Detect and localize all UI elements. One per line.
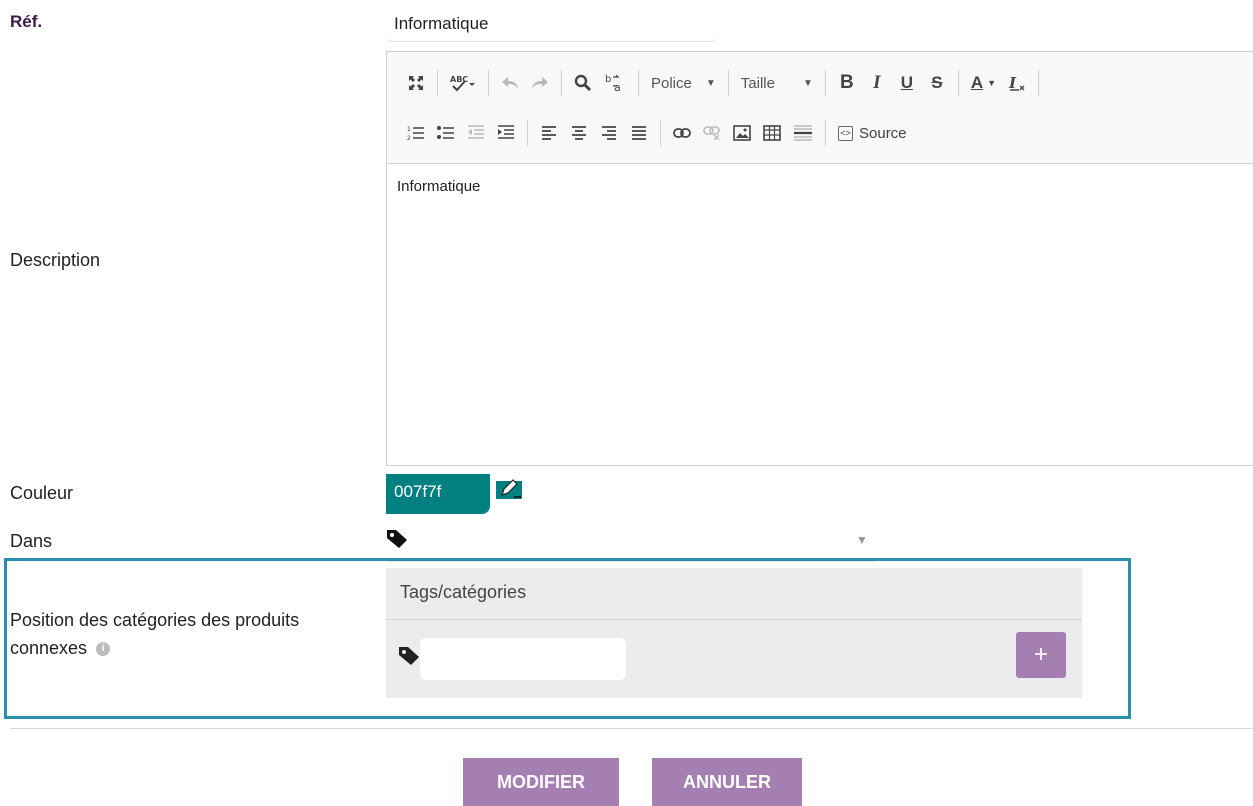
tags-input[interactable] — [420, 638, 626, 680]
outdent-icon[interactable] — [463, 119, 489, 147]
table-icon[interactable] — [759, 119, 785, 147]
align-center-icon[interactable] — [566, 119, 592, 147]
svg-text:2: 2 — [407, 135, 411, 141]
chevron-down-icon: ▼ — [987, 78, 997, 88]
toolbar-separator — [660, 120, 661, 146]
justify-icon[interactable] — [626, 119, 652, 147]
toolbar-row-1: ABC ba Police ▼ Taille ▼ B I U S A ▼ I — [401, 58, 1241, 108]
editor-content[interactable]: Informatique — [387, 164, 1253, 209]
bullet-list-icon[interactable] — [433, 119, 459, 147]
tags-panel: Tags/catégories + — [386, 568, 1082, 698]
modifier-button[interactable]: MODIFIER — [463, 758, 619, 806]
spellcheck-icon[interactable]: ABC — [446, 69, 480, 97]
svg-text:a: a — [614, 81, 621, 93]
toolbar-separator — [561, 70, 562, 96]
svg-text:1: 1 — [407, 126, 411, 133]
chevron-down-icon: ▼ — [802, 77, 813, 89]
annuler-button[interactable]: ANNULER — [652, 758, 802, 806]
horizontal-rule-icon[interactable] — [789, 119, 817, 147]
toolbar-separator — [957, 70, 959, 96]
redo-icon[interactable] — [527, 69, 553, 97]
source-icon: <> — [838, 125, 853, 141]
image-icon[interactable] — [729, 119, 755, 147]
description-label: Description — [10, 250, 101, 270]
position-label-line1: Position des catégories des produits — [10, 610, 300, 630]
tags-header: Tags/catégories — [386, 568, 1082, 620]
toolbar-separator — [638, 70, 639, 96]
ref-label: Réf. — [10, 12, 43, 31]
svg-text:ABC: ABC — [450, 75, 468, 84]
numbered-list-icon[interactable]: 12 — [403, 119, 429, 147]
link-icon[interactable] — [669, 119, 695, 147]
color-swatch[interactable]: 007f7f — [386, 474, 490, 514]
source-button[interactable]: <> Source — [834, 119, 911, 147]
strikethrough-button[interactable]: S — [924, 69, 950, 97]
remove-format-icon[interactable]: I — [1004, 69, 1030, 97]
source-label: Source — [859, 124, 907, 142]
add-tag-button[interactable]: + — [1016, 632, 1066, 678]
font-family-label: Police — [651, 74, 692, 92]
align-left-icon[interactable] — [536, 119, 562, 147]
position-label-line2: connexes — [10, 638, 88, 658]
ref-input[interactable] — [386, 6, 716, 42]
chevron-down-icon[interactable]: ▼ — [856, 533, 868, 547]
replace-icon[interactable]: ba — [600, 69, 630, 97]
maximize-icon[interactable] — [403, 69, 429, 97]
font-size-dropdown[interactable]: Taille ▼ — [735, 75, 819, 92]
italic-button[interactable]: I — [864, 69, 890, 97]
toolbar-separator — [727, 70, 729, 96]
editor-toolbar: ABC ba Police ▼ Taille ▼ B I U S A ▼ I 1… — [387, 52, 1253, 164]
rich-text-editor: ABC ba Police ▼ Taille ▼ B I U S A ▼ I 1… — [386, 51, 1253, 466]
toolbar-separator — [488, 70, 489, 96]
toolbar-separator — [527, 120, 528, 146]
position-label: Position des catégories des produits con… — [10, 606, 299, 662]
dans-label: Dans — [10, 531, 53, 551]
form-divider — [10, 728, 1253, 729]
unlink-icon[interactable] — [699, 119, 725, 147]
tag-icon — [398, 646, 420, 666]
couleur-label: Couleur — [10, 483, 74, 503]
svg-text:b: b — [605, 74, 611, 85]
indent-icon[interactable] — [493, 119, 519, 147]
font-color-label: A — [970, 73, 984, 92]
toolbar-row-2: 12 <> Source — [401, 108, 1241, 158]
tag-icon — [386, 529, 408, 549]
toolbar-separator — [437, 70, 438, 96]
toolbar-separator — [825, 120, 826, 146]
font-color-button[interactable]: A ▼ — [967, 69, 1000, 97]
font-family-dropdown[interactable]: Police ▼ — [645, 75, 722, 92]
underline-button[interactable]: U — [894, 69, 920, 97]
find-icon[interactable] — [570, 69, 596, 97]
pen-icon[interactable] — [496, 477, 522, 499]
toolbar-separator — [1038, 70, 1040, 96]
font-size-label: Taille — [740, 74, 775, 92]
toolbar-separator — [824, 70, 826, 96]
bold-button[interactable]: B — [834, 69, 860, 97]
info-icon[interactable]: i — [96, 642, 111, 657]
chevron-down-icon: ▼ — [705, 77, 716, 89]
undo-icon[interactable] — [497, 69, 523, 97]
align-right-icon[interactable] — [596, 119, 622, 147]
